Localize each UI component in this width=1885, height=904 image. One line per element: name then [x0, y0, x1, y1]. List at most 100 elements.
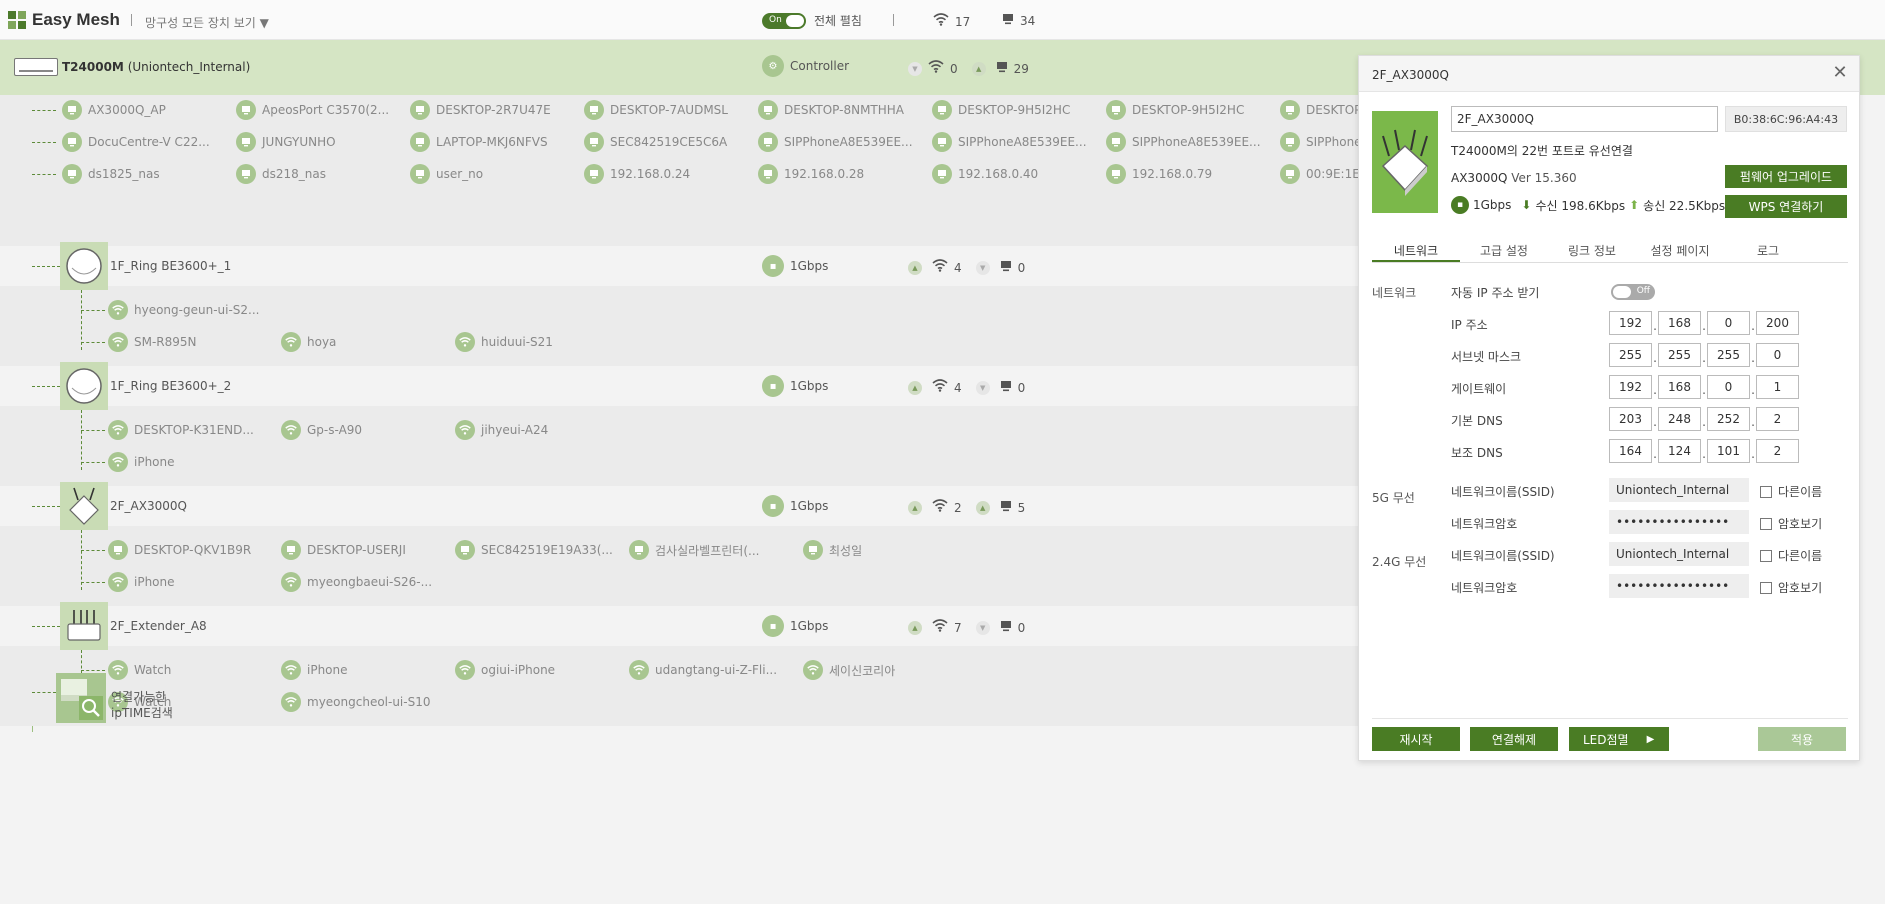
wireless-client-item[interactable]: Gp-s-A90 — [281, 420, 362, 440]
expand-all-control[interactable]: On 전체 펼침 — [762, 12, 862, 29]
client-name: DESKTOP-9H5I2HC — [958, 103, 1071, 117]
password-5g-input[interactable]: •••••••••••••••• — [1609, 510, 1749, 534]
agent-name[interactable]: 1F_Ring BE3600+_1 — [110, 259, 231, 273]
view-select[interactable]: 망구성 모든 장치 보기 ▼ — [145, 14, 269, 31]
agent-name[interactable]: 2F_AX3000Q — [110, 499, 187, 513]
wired-client-item[interactable]: user_no — [410, 164, 483, 184]
device-name-input[interactable] — [1451, 106, 1718, 132]
wireless-client-item[interactable]: hoya — [281, 332, 336, 352]
wired-client-item[interactable]: ApeosPort C3570(2... — [236, 100, 389, 120]
wps-connect-button[interactable]: WPS 연결하기 — [1725, 195, 1847, 218]
wireless-client-item[interactable]: 최성일 — [803, 540, 862, 560]
wired-client-item[interactable]: ds218_nas — [236, 164, 326, 184]
tree-branch — [32, 506, 60, 507]
wired-client-item[interactable]: DESKTOP-2R7U47E — [410, 100, 551, 120]
search-iptime-label[interactable]: 연결가능한 ipTIME검색 — [111, 689, 173, 721]
wireless-client-item[interactable]: iPhone — [281, 660, 348, 680]
tab-network[interactable]: 네트워크 — [1372, 233, 1460, 262]
wireless-client-item[interactable]: iPhone — [108, 572, 175, 592]
wireless-client-item[interactable]: ogiui-iPhone — [455, 660, 555, 680]
tab-advanced[interactable]: 고급 설정 — [1460, 233, 1548, 262]
wired-client-item[interactable]: 192.168.0.28 — [758, 164, 864, 184]
primary-dns-input[interactable]: 203. 248. 252. 2 — [1609, 407, 1799, 431]
wired-client-item[interactable]: JUNGYUNHO — [236, 132, 336, 152]
agent-stats: ▲ 2 ▲ 5 — [908, 499, 1025, 516]
wireless-client-item[interactable]: SM-R895N — [108, 332, 197, 352]
wired-client-item[interactable]: DocuCentre-V C22... — [62, 132, 210, 152]
restart-button[interactable]: 재시작 — [1372, 727, 1460, 751]
gateway-input[interactable]: 192. 168. 0. 1 — [1609, 375, 1799, 399]
client-name: SM-R895N — [134, 335, 197, 349]
pw-24g-label: 네트워크암호 — [1451, 581, 1518, 595]
other-name-5g-checkbox[interactable]: 다른이름 — [1760, 483, 1822, 500]
wireless-client-item[interactable]: hyeong-geun-ui-S2... — [108, 300, 260, 320]
other-name-24g-checkbox[interactable]: 다른이름 — [1760, 547, 1822, 564]
monitor-icon — [584, 164, 604, 184]
auto-ip-toggle[interactable]: Off — [1611, 284, 1655, 300]
wired-client-item[interactable]: 192.168.0.79 — [1106, 164, 1212, 184]
led-blink-button[interactable]: LED점멸 ▶ — [1569, 727, 1669, 751]
password-24g-input[interactable]: •••••••••••••••• — [1609, 574, 1749, 598]
firmware-upgrade-button[interactable]: 펌웨어 업그레이드 — [1725, 165, 1847, 188]
ip-address-input[interactable]: 192. 168. 0. 200 — [1609, 311, 1799, 335]
wireless-client-item[interactable]: DESKTOP-QKV1B9R — [108, 540, 251, 560]
wired-client-item[interactable]: LAPTOP-MKJ6NFVS — [410, 132, 548, 152]
wireless-client-item[interactable]: DESKTOP-K31END... — [108, 420, 254, 440]
disconnect-button[interactable]: 연결해제 — [1470, 727, 1558, 751]
agent-device-icon[interactable] — [60, 602, 108, 650]
ssid-5g-label: 네트워크이름(SSID) — [1451, 485, 1555, 499]
wireless-client-item[interactable]: SEC842519E19A33(... — [455, 540, 613, 560]
wifi-icon — [455, 660, 475, 680]
secondary-dns-input[interactable]: 164. 124. 101. 2 — [1609, 439, 1799, 463]
wired-client-item[interactable]: SEC842519CE5C6A — [584, 132, 727, 152]
close-icon[interactable]: ✕ — [1831, 64, 1849, 83]
wired-client-item[interactable]: DESKTOP-9H5I2HC — [932, 100, 1070, 120]
ssid-5g-input[interactable]: Uniontech_Internal — [1609, 478, 1749, 502]
wired-client-item[interactable]: SIPPhoneA8E539EE... — [932, 132, 1087, 152]
wired-client-item[interactable]: 192.168.0.24 — [584, 164, 690, 184]
client-name: SIPPhoneA8E539EE... — [1132, 135, 1261, 149]
ssid-24g-input[interactable]: Uniontech_Internal — [1609, 542, 1749, 566]
wireless-client-item[interactable]: myeongbaeui-S26-... — [281, 572, 432, 592]
wired-client-item[interactable]: SIPPhoneA8E539EE... — [758, 132, 913, 152]
wireless-client-item[interactable]: iPhone — [108, 452, 175, 472]
wireless-client-item[interactable]: myeongcheol-ui-S10 — [281, 692, 431, 712]
wireless-client-item[interactable]: 세이신코리아 — [803, 660, 895, 680]
wireless-client-item[interactable]: Watch — [108, 660, 171, 680]
wired-client-item[interactable]: DESKTOP-8NMTHHA — [758, 100, 904, 120]
expand-toggle[interactable]: On — [762, 12, 806, 29]
wired-client-item[interactable]: AX3000Q_AP — [62, 100, 166, 120]
wireless-client-item[interactable]: 검사실라벨프린터(... — [629, 540, 759, 560]
client-name: Gp-s-A90 — [307, 423, 363, 437]
show-pw-24g-checkbox[interactable]: 암호보기 — [1760, 579, 1822, 596]
wireless-client-item[interactable]: jihyeui-A24 — [455, 420, 548, 440]
ethernet-icon: ▪ — [762, 615, 784, 637]
agent-device-icon[interactable] — [60, 482, 108, 530]
subnet-mask-input[interactable]: 255. 255. 255. 0 — [1609, 343, 1799, 367]
tab-link-info[interactable]: 링크 정보 — [1548, 233, 1636, 262]
up-arrow-icon: ▲ — [908, 380, 922, 395]
monitor-icon — [932, 132, 952, 152]
apply-button[interactable]: 적용 — [1758, 727, 1846, 751]
wired-client-item[interactable]: SIPPhoneA8E539EE... — [1106, 132, 1261, 152]
wired-client-item[interactable]: DESKTOP-7AUDMSL — [584, 100, 728, 120]
tab-settings-page[interactable]: 설정 페이지 — [1636, 233, 1724, 262]
agent-link-speed: ▪ 1Gbps — [762, 495, 828, 517]
tab-log[interactable]: 로그 — [1724, 233, 1812, 262]
wireless-client-item[interactable]: udangtang-ui-Z-Fli... — [629, 660, 777, 680]
gateway-label: 게이트웨이 — [1451, 382, 1507, 396]
show-pw-5g-checkbox[interactable]: 암호보기 — [1760, 515, 1822, 532]
wired-client-item[interactable]: DESKTOP-9H5I2HC — [1106, 100, 1244, 120]
agent-device-icon[interactable] — [60, 362, 108, 410]
wireless-client-item[interactable]: huiduui-S21 — [455, 332, 553, 352]
router-icon — [14, 58, 58, 76]
wired-client-item[interactable]: ds1825_nas — [62, 164, 160, 184]
agent-device-icon[interactable] — [60, 242, 108, 290]
wired-client-item[interactable]: 192.168.0.40 — [932, 164, 1038, 184]
dns2-label: 보조 DNS — [1451, 446, 1503, 460]
search-iptime-icon[interactable] — [56, 673, 106, 723]
wireless-client-item[interactable]: DESKTOP-USERJI — [281, 540, 406, 560]
up-arrow-icon: ▲ — [971, 61, 986, 76]
agent-name[interactable]: 1F_Ring BE3600+_2 — [110, 379, 231, 393]
agent-name[interactable]: 2F_Extender_A8 — [110, 619, 207, 633]
